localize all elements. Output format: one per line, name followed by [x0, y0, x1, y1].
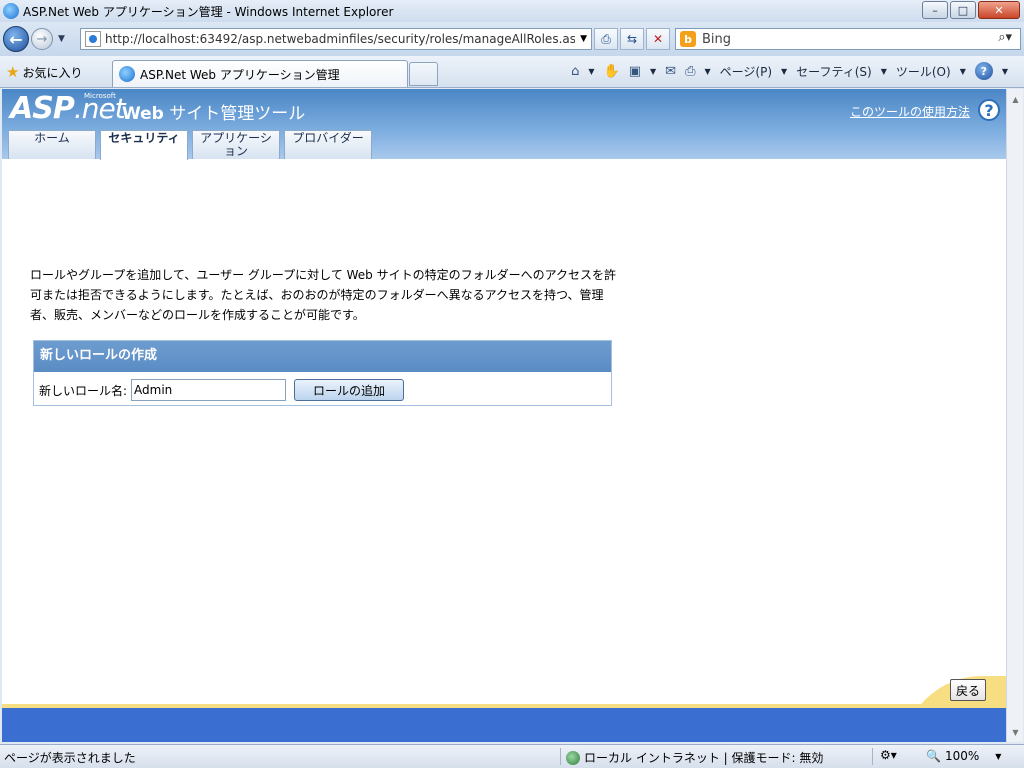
refresh-icon: ⇆: [626, 32, 638, 46]
page-viewport: ASP .net Microsoft Web サイト管理ツール このツールの使用方…: [2, 89, 1006, 742]
page-menu[interactable]: ページ(P): [720, 63, 772, 80]
home-dropdown-icon[interactable]: ▼: [588, 67, 594, 76]
search-box[interactable]: b Bing ⌕▾: [675, 28, 1021, 50]
popup-blocker-icon[interactable]: ⚙▾: [880, 748, 897, 762]
scroll-up-icon[interactable]: ▲: [1008, 91, 1023, 107]
status-separator: [872, 748, 873, 765]
minimize-button[interactable]: –: [922, 1, 948, 19]
safety-menu[interactable]: セーフティ(S): [796, 63, 872, 80]
address-bar[interactable]: http://localhost:63492/asp.netwebadminfi…: [80, 28, 592, 50]
ie-page-icon: [119, 66, 135, 82]
mail-icon[interactable]: ✉: [665, 64, 676, 79]
page-menu-dropdown-icon[interactable]: ▼: [781, 67, 787, 76]
tab-provider[interactable]: プロバイダー: [284, 130, 372, 159]
status-separator: [560, 748, 561, 765]
arrow-left-icon: ←: [9, 29, 23, 49]
bing-icon: b: [680, 31, 696, 47]
create-role-panel: 新しいロールの作成 新しいロール名: ロールの追加: [33, 340, 612, 406]
logo-microsoft: Microsoft: [84, 92, 116, 100]
new-tab-button[interactable]: [409, 62, 438, 86]
compatibility-view-button[interactable]: ⎙: [594, 28, 618, 50]
globe-icon: [566, 750, 580, 765]
print-icon[interactable]: ⎙: [685, 64, 695, 79]
stop-x-icon: ✕: [652, 32, 664, 46]
navigation-bar: ← → ▼ http://localhost:63492/asp.netweba…: [0, 22, 1024, 56]
footer-bar: [2, 704, 1006, 742]
command-bar: ★ お気に入り ASP.Net Web アプリケーション管理 ⌂ ▼ ✋ ▣ ▼ ✉…: [0, 56, 1024, 88]
zoom-dropdown-icon[interactable]: ▼: [995, 752, 1001, 761]
help-dropdown-icon[interactable]: ▼: [1002, 67, 1008, 76]
tab-security[interactable]: セキュリティ: [100, 130, 188, 160]
home-icon[interactable]: ⌂: [571, 64, 579, 79]
status-text: ページが表示されました: [4, 751, 136, 765]
safety-menu-dropdown-icon[interactable]: ▼: [881, 67, 887, 76]
window-title: ASP.Net Web アプリケーション管理 - Windows Interne…: [23, 4, 394, 19]
role-name-input[interactable]: [131, 379, 287, 401]
role-form-row: 新しいロール名: ロールの追加: [39, 379, 405, 401]
star-icon: ★: [6, 63, 20, 81]
role-name-label: 新しいロール名:: [39, 383, 128, 398]
stop-button[interactable]: ✕: [646, 28, 670, 50]
add-role-button[interactable]: ロールの追加: [294, 379, 405, 401]
tab-home[interactable]: ホーム: [8, 130, 96, 159]
panel-title: 新しいロールの作成: [34, 341, 611, 372]
refresh-button[interactable]: ⇆: [620, 28, 644, 50]
search-provider-label[interactable]: Bing: [702, 32, 731, 47]
back-page-button[interactable]: 戻る: [950, 679, 986, 701]
help-icon[interactable]: ?: [974, 62, 993, 80]
favorites-label: お気に入り: [22, 65, 83, 80]
scroll-down-icon[interactable]: ▼: [1008, 724, 1023, 740]
aspnet-logo: ASP .net Microsoft: [10, 91, 126, 126]
tools-menu[interactable]: ツール(O): [896, 63, 951, 80]
tool-help-link[interactable]: このツールの使用方法: [850, 103, 970, 120]
page-description: ロールやグループを追加して、ユーザー グループに対して Web サイトの特定のフ…: [30, 268, 617, 322]
site-title-web: Web: [122, 104, 164, 124]
browser-tab[interactable]: ASP.Net Web アプリケーション管理: [112, 60, 408, 87]
print-dropdown-icon[interactable]: ▼: [704, 67, 710, 76]
zoom-level: 100%: [944, 749, 980, 763]
maximize-button[interactable]: □: [950, 1, 976, 19]
browser-tab-title: ASP.Net Web アプリケーション管理: [140, 67, 340, 82]
compat-page-icon: ⎙: [601, 31, 611, 46]
rss-feed-icon[interactable]: ▣: [629, 64, 641, 79]
back-button[interactable]: ←: [3, 26, 29, 52]
hand-icon[interactable]: ✋: [604, 64, 620, 79]
arrow-right-icon: →: [36, 31, 48, 47]
tab-application[interactable]: アプリケーション: [192, 130, 280, 159]
zone-text: ローカル イントラネット | 保護モード: 無効: [584, 751, 824, 765]
forward-button[interactable]: →: [31, 28, 53, 50]
ie-logo-icon: [3, 3, 19, 19]
favorites-button[interactable]: ★ お気に入り: [6, 63, 82, 81]
nav-buttons: ⎙ ⇆ ✕: [594, 28, 670, 50]
history-dropdown-icon[interactable]: ▼: [58, 34, 65, 44]
page-icon: [85, 31, 101, 47]
search-icon[interactable]: ⌕▾: [998, 30, 1012, 45]
tools-menu-dropdown-icon[interactable]: ▼: [960, 67, 966, 76]
close-button[interactable]: ✕: [978, 1, 1020, 19]
question-icon[interactable]: ?: [978, 99, 1000, 121]
feed-dropdown-icon[interactable]: ▼: [650, 67, 656, 76]
window-titlebar: ASP.Net Web アプリケーション管理 - Windows Interne…: [0, 0, 1024, 22]
window-controls: – □ ✕: [922, 1, 1020, 19]
logo-asp: ASP: [10, 91, 75, 126]
status-bar: ページが表示されました ローカル イントラネット | 保護モード: 無効 ⚙▾ …: [0, 744, 1024, 768]
zoom-icon: 🔍: [926, 749, 941, 763]
security-zone[interactable]: ローカル イントラネット | 保護モード: 無効: [566, 749, 823, 766]
vertical-scrollbar[interactable]: ▲ ▼: [1006, 89, 1023, 742]
site-title: Web サイト管理ツール: [122, 99, 305, 124]
site-title-rest: サイト管理ツール: [163, 104, 306, 124]
address-dropdown-icon[interactable]: ▼: [580, 34, 587, 44]
site-tabs: ホーム セキュリティ アプリケーション プロバイダー: [8, 130, 372, 160]
command-buttons: ⌂ ▼ ✋ ▣ ▼ ✉ ⎙ ▼ ページ(P) ▼ セーフティ(S) ▼ ツール(O) ▼ ?…: [571, 62, 1008, 80]
zoom-control[interactable]: 🔍 100% ▼: [926, 749, 1001, 763]
address-url[interactable]: http://localhost:63492/asp.netwebadminfi…: [105, 32, 575, 46]
asp-header: ASP .net Microsoft Web サイト管理ツール このツールの使用方…: [2, 89, 1006, 160]
